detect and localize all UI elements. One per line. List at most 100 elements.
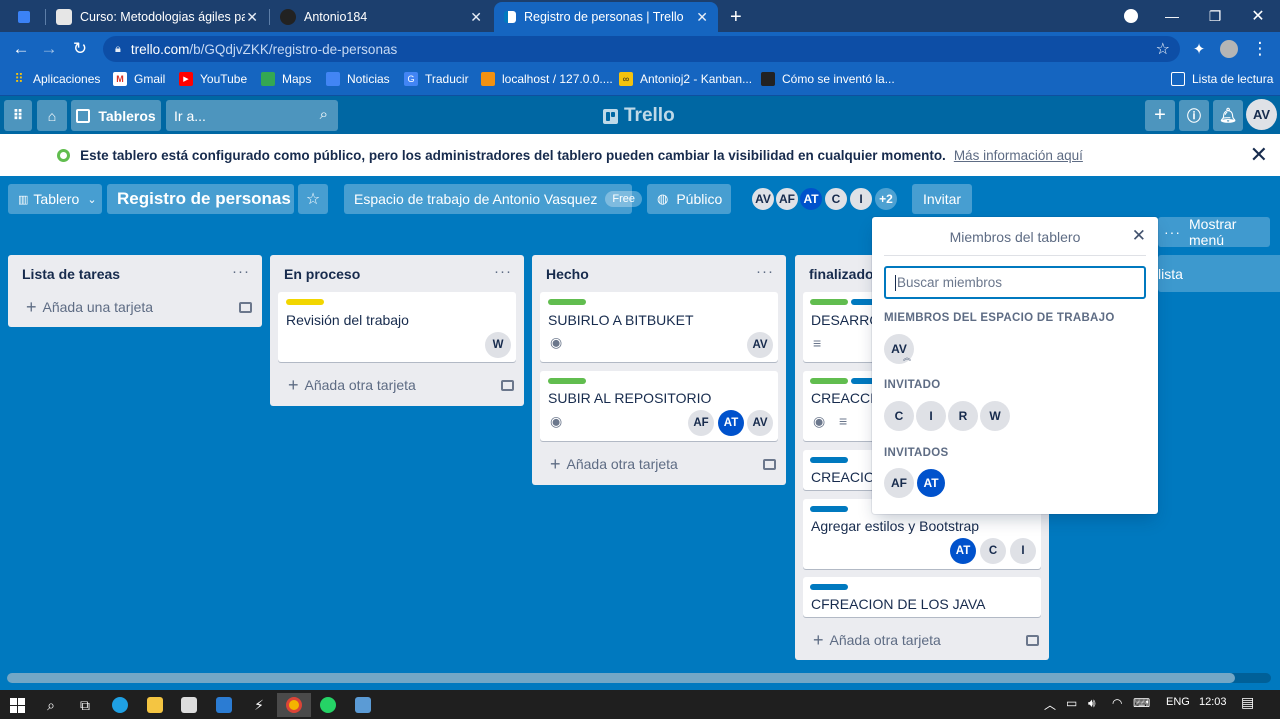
bookmark-gmail[interactable]: M Gmail	[113, 72, 165, 86]
list-title[interactable]: Lista de tareas	[22, 266, 120, 282]
card-template-icon[interactable]	[763, 459, 776, 470]
list-title[interactable]: En proceso	[284, 266, 360, 282]
add-card-button[interactable]: + Añada otra tarjeta	[803, 626, 1041, 654]
board-scrollbar-thumb[interactable]	[7, 673, 1235, 683]
bookmark-localhost[interactable]: localhost / 127.0.0....	[481, 72, 613, 86]
bookmark-traducir[interactable]: G Traducir	[404, 72, 469, 86]
info-icon[interactable]: ⓘ	[1179, 100, 1209, 131]
task-view-icon[interactable]: ⧉	[68, 693, 102, 717]
workspace-button[interactable]: Espacio de trabajo de Antonio Vasquez Fr…	[344, 184, 642, 214]
mail-icon[interactable]	[207, 693, 241, 717]
member-avatar-c[interactable]: C	[823, 186, 849, 212]
volume-icon[interactable]: 🔊︎	[1088, 696, 1096, 711]
bookmark-star-icon[interactable]: ☆	[1156, 39, 1170, 59]
member-avatar[interactable]: I	[916, 401, 946, 431]
back-icon[interactable]: ←	[9, 38, 33, 60]
tab-curso[interactable]: Curso: Metodologias ágiles para ✕	[46, 2, 268, 32]
card[interactable]: SUBIR AL REPOSITORIO ◉ AF AT AV	[540, 371, 778, 441]
card-template-icon[interactable]	[1026, 635, 1039, 646]
card-member-avatar[interactable]: AV	[747, 332, 773, 358]
chrome-icon[interactable]	[277, 693, 311, 717]
add-list-button[interactable]: lista	[1158, 255, 1280, 292]
trello-logo[interactable]: Trello	[603, 105, 675, 127]
board-name[interactable]: Registro de personas	[107, 184, 294, 214]
card-member-avatar[interactable]: W	[485, 332, 511, 358]
add-card-button[interactable]: + Añada una tarjeta	[16, 293, 254, 321]
invite-button[interactable]: Invitar	[912, 184, 972, 214]
list-title[interactable]: finalizado	[809, 266, 874, 282]
list-menu-icon[interactable]: ···	[494, 263, 512, 280]
member-avatar-af[interactable]: AF	[774, 186, 800, 212]
tab-close-icon[interactable]: ✕	[696, 9, 708, 26]
card-member-avatar[interactable]: AV	[747, 410, 773, 436]
minimize-icon[interactable]: —	[1150, 0, 1194, 32]
keyboard-icon[interactable]: ⌨	[1133, 696, 1150, 710]
reading-list[interactable]: Lista de lectura	[1171, 72, 1273, 86]
apps-switcher-icon[interactable]: ⠿	[4, 100, 32, 131]
card-member-avatar[interactable]: I	[1010, 538, 1036, 564]
forward-icon[interactable]: →	[37, 38, 61, 60]
bookmark-maps[interactable]: Maps	[261, 72, 311, 86]
restore-icon[interactable]: ❐	[1193, 0, 1237, 32]
create-icon[interactable]: +	[1145, 100, 1175, 131]
window-close-icon[interactable]: ✕	[1236, 0, 1280, 32]
member-avatar-at[interactable]: AT	[798, 186, 824, 212]
clock[interactable]: 12:03	[1199, 696, 1227, 708]
tab-github[interactable]: Antonio184 ✕	[270, 2, 492, 32]
card[interactable]: SUBIRLO A BITBUKET ◉ AV	[540, 292, 778, 362]
more-info-link[interactable]: Más información aquí	[954, 148, 1083, 163]
member-avatar-i[interactable]: I	[848, 186, 874, 212]
tray-chevron-up-icon[interactable]: ︿	[1044, 696, 1056, 713]
bookmark-apps[interactable]: ⠿ Aplicaciones	[12, 71, 100, 86]
member-avatar[interactable]: W	[980, 401, 1010, 431]
close-icon[interactable]: ✕	[1250, 142, 1268, 168]
battery-icon[interactable]: ▭	[1066, 696, 1077, 710]
bookmark-noticias[interactable]: Noticias	[326, 72, 390, 86]
card-member-avatar[interactable]: C	[980, 538, 1006, 564]
file-explorer-icon[interactable]	[138, 693, 172, 717]
member-avatar[interactable]: R	[948, 401, 978, 431]
wifi-icon[interactable]: ◠	[1112, 696, 1122, 710]
tab-trello[interactable]: Registro de personas | Trello ✕	[494, 2, 718, 32]
home-icon[interactable]: ⌂	[37, 100, 67, 131]
bookmark-como-se-invento[interactable]: Cómo se inventó la...	[761, 72, 895, 86]
more-members-button[interactable]: +2	[873, 186, 899, 212]
card-member-avatar[interactable]: AT	[950, 538, 976, 564]
bookmark-kanban[interactable]: ∞ Antonioj2 - Kanban...	[619, 72, 752, 86]
store-icon[interactable]	[172, 693, 206, 717]
new-tab-button[interactable]: +	[724, 2, 752, 32]
board-view-switcher[interactable]: ▥ Tablero ⌄	[8, 184, 102, 214]
whatsapp-icon[interactable]	[311, 693, 345, 717]
tab-search-button[interactable]	[8, 2, 44, 32]
browser-menu-icon[interactable]: ⋮	[1248, 38, 1272, 60]
close-icon[interactable]: ✕	[1132, 226, 1146, 246]
notifications-bell-icon[interactable]: 🔔︎	[1213, 100, 1243, 131]
list-title[interactable]: Hecho	[546, 266, 589, 282]
tab-close-icon[interactable]: ✕	[470, 9, 482, 26]
input-language[interactable]: ENG	[1166, 696, 1190, 708]
tab-close-icon[interactable]: ✕	[246, 9, 258, 26]
extensions-icon[interactable]: ✦	[1187, 38, 1211, 60]
windows-start-icon[interactable]	[0, 693, 34, 717]
visibility-button[interactable]: ◍ Público	[647, 184, 731, 214]
bookmark-youtube[interactable]: ▶ YouTube	[179, 72, 247, 86]
card-member-avatar[interactable]: AT	[718, 410, 744, 436]
card-template-icon[interactable]	[239, 302, 252, 313]
app-icon[interactable]: ⚡︎	[242, 693, 276, 717]
profile-menu-icon[interactable]	[1109, 0, 1153, 32]
jump-to-search[interactable]: Ir a... ⌕	[166, 100, 338, 131]
list-menu-icon[interactable]: ···	[756, 263, 774, 280]
member-avatar[interactable]: AT	[915, 467, 947, 499]
card-template-icon[interactable]	[501, 380, 514, 391]
show-menu-button[interactable]: ··· Mostrar menú	[1158, 216, 1270, 248]
edge-icon[interactable]	[103, 693, 137, 717]
star-icon[interactable]: ☆	[298, 184, 328, 214]
virtualbox-icon[interactable]	[346, 693, 380, 717]
member-avatar[interactable]: AF	[884, 468, 914, 498]
profile-avatar-icon[interactable]	[1217, 38, 1241, 60]
boards-button[interactable]: Tableros	[71, 100, 161, 131]
card-member-avatar[interactable]: AF	[688, 410, 714, 436]
search-icon[interactable]: ⌕	[34, 693, 68, 717]
reload-icon[interactable]: ↻	[68, 38, 92, 60]
user-avatar[interactable]: AV	[1246, 99, 1277, 130]
